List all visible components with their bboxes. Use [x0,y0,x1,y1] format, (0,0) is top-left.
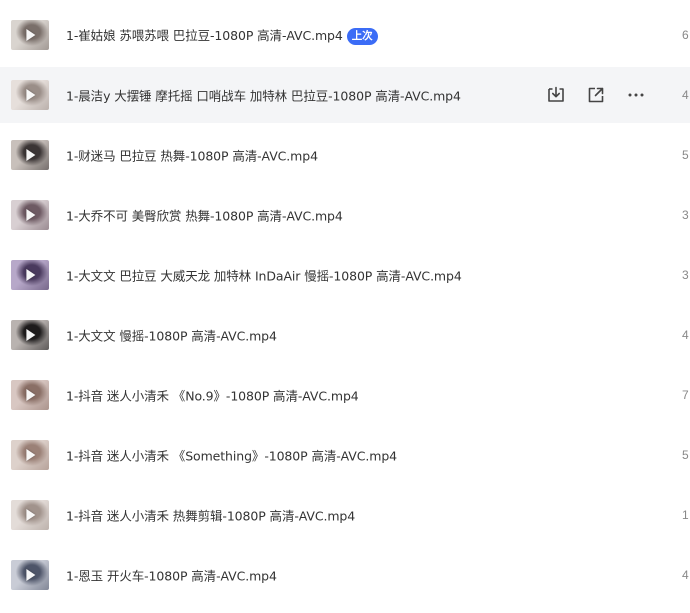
video-thumbnail[interactable] [11,500,49,530]
file-row[interactable]: 1-抖音 迷人小清禾 《No.9》-1080P 高清-AVC.mp4 7 [0,367,690,423]
file-name-text: 1-恩玉 开火车-1080P 高清-AVC.mp4 [66,568,277,584]
file-row[interactable]: 1-恩玉 开火车-1080P 高清-AVC.mp4 4 [0,547,690,603]
video-thumbnail[interactable] [11,260,49,290]
file-row[interactable]: 1-大文文 慢摇-1080P 高清-AVC.mp4 4 [0,307,690,363]
file-row[interactable]: 1-抖音 迷人小清禾 热舞剪辑-1080P 高清-AVC.mp4 1 [0,487,690,543]
video-thumbnail[interactable] [11,560,49,590]
video-thumbnail[interactable] [11,140,49,170]
play-icon [26,149,36,161]
video-thumbnail[interactable] [11,380,49,410]
file-name-text: 1-大文文 巴拉豆 大威天龙 加特林 InDaAir 慢摇-1080P 高清-A… [66,268,462,284]
file-meta: 5 [682,448,689,462]
file-meta: 1 [682,508,689,522]
file-meta: 6 [682,28,689,42]
file-row[interactable]: 1-崔姑娘 苏喂苏喂 巴拉豆-1080P 高清-AVC.mp4 上次 6 [0,7,690,63]
file-name-text: 1-抖音 迷人小清禾 《No.9》-1080P 高清-AVC.mp4 [66,388,359,404]
file-meta: 3 [682,268,689,282]
video-thumbnail[interactable] [11,320,49,350]
file-name[interactable]: 1-抖音 迷人小清禾 《No.9》-1080P 高清-AVC.mp4 [66,386,359,405]
file-meta: 7 [682,388,689,402]
file-row[interactable]: 1-财迷马 巴拉豆 热舞-1080P 高清-AVC.mp4 5 [0,127,690,183]
file-meta: 3 [682,208,689,222]
file-row[interactable]: 1-大乔不可 美臀欣赏 热舞-1080P 高清-AVC.mp4 3 [0,187,690,243]
video-thumbnail[interactable] [11,440,49,470]
file-name-text: 1-大乔不可 美臀欣赏 热舞-1080P 高清-AVC.mp4 [66,208,343,224]
file-name-text: 1-崔姑娘 苏喂苏喂 巴拉豆-1080P 高清-AVC.mp4 [66,28,343,43]
video-thumbnail[interactable] [11,20,49,50]
play-icon [26,569,36,581]
play-icon [26,509,36,521]
file-name[interactable]: 1-崔姑娘 苏喂苏喂 巴拉豆-1080P 高清-AVC.mp4 上次 [66,25,378,45]
file-name-text: 1-晨洁y 大摆锤 摩托摇 口哨战车 加特林 巴拉豆-1080P 高清-AVC.… [66,88,461,104]
file-row[interactable]: 1-晨洁y 大摆锤 摩托摇 口哨战车 加特林 巴拉豆-1080P 高清-AVC.… [0,67,690,123]
file-name-text: 1-抖音 迷人小清禾 热舞剪辑-1080P 高清-AVC.mp4 [66,508,356,524]
file-name-text: 1-大文文 慢摇-1080P 高清-AVC.mp4 [66,328,277,344]
download-icon[interactable] [546,85,566,105]
play-icon [26,209,36,221]
file-name[interactable]: 1-财迷马 巴拉豆 热舞-1080P 高清-AVC.mp4 [66,146,318,165]
file-row[interactable]: 1-大文文 巴拉豆 大威天龙 加特林 InDaAir 慢摇-1080P 高清-A… [0,247,690,303]
play-icon [26,269,36,281]
play-icon [26,89,36,101]
file-name[interactable]: 1-大乔不可 美臀欣赏 热舞-1080P 高清-AVC.mp4 [66,206,343,225]
file-meta: 4 [682,88,689,102]
video-thumbnail[interactable] [11,200,49,230]
last-played-badge: 上次 [346,28,378,45]
file-meta: 4 [682,328,689,342]
file-name[interactable]: 1-抖音 迷人小清禾 热舞剪辑-1080P 高清-AVC.mp4 [66,506,355,525]
share-icon[interactable] [586,85,606,105]
play-icon [26,29,36,41]
video-thumbnail[interactable] [11,80,49,110]
play-icon [26,329,36,341]
file-row[interactable]: 1-抖音 迷人小清禾 《Something》-1080P 高清-AVC.mp4 5 [0,427,690,483]
file-name-text: 1-抖音 迷人小清禾 《Something》-1080P 高清-AVC.mp4 [66,448,398,464]
file-name[interactable]: 1-晨洁y 大摆锤 摩托摇 口哨战车 加特林 巴拉豆-1080P 高清-AVC.… [66,86,461,105]
row-actions [546,85,656,105]
file-name[interactable]: 1-恩玉 开火车-1080P 高清-AVC.mp4 [66,566,277,585]
file-name[interactable]: 1-抖音 迷人小清禾 《Something》-1080P 高清-AVC.mp4 [66,446,397,465]
file-meta: 4 [682,568,689,582]
file-name[interactable]: 1-大文文 巴拉豆 大威天龙 加特林 InDaAir 慢摇-1080P 高清-A… [66,266,462,285]
file-meta: 5 [682,148,689,162]
play-icon [26,389,36,401]
file-name[interactable]: 1-大文文 慢摇-1080P 高清-AVC.mp4 [66,326,277,345]
play-icon [26,449,36,461]
file-name-text: 1-财迷马 巴拉豆 热舞-1080P 高清-AVC.mp4 [66,148,318,164]
more-icon[interactable] [626,85,646,105]
